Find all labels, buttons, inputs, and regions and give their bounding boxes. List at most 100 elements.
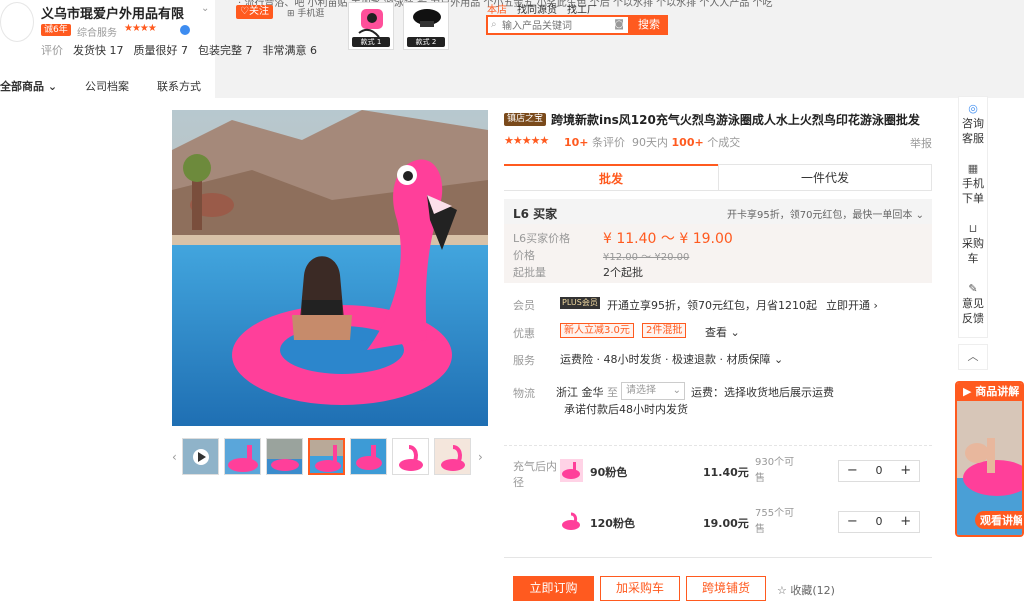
sku-label: 充气后内径 [513, 460, 557, 489]
add-to-cart-button[interactable]: 加采购车 [600, 576, 680, 601]
member-offer-text: 开通立享95折，领70元红包，月省1210起 [607, 299, 817, 312]
thumbnail-image[interactable] [392, 438, 429, 475]
divider [504, 445, 932, 446]
consult-service-button[interactable]: ◎ 咨询客服 [959, 101, 987, 146]
thumbnail-label: 款式 1 [352, 37, 390, 47]
decrement-button[interactable]: − [839, 461, 866, 481]
thumbnail-image[interactable] [224, 438, 261, 475]
moq-value: 2个起批 [603, 266, 643, 279]
follow-button[interactable]: ♡关注 [236, 5, 273, 19]
tab-this-store[interactable]: 本店 [487, 1, 507, 16]
mobile-link[interactable]: ⊞ 手机逛 [287, 6, 324, 19]
thumbnail-image[interactable] [350, 438, 387, 475]
promo-thumbnail[interactable]: 款式 1 [348, 2, 394, 50]
report-link[interactable]: 举报 [910, 135, 932, 151]
thumbnail-image[interactable] [434, 438, 471, 475]
search-icon: ⌕ [491, 19, 497, 30]
promo-thumbnail[interactable]: 款式 2 [403, 2, 449, 50]
review-summary[interactable]: 10+ 条评价 90天内 100+ 个成交 [564, 134, 740, 150]
buy-now-button[interactable]: 立即订购 [513, 576, 594, 601]
service-label: 综合服务 [77, 28, 117, 39]
chat-icon: ◎ [968, 102, 978, 115]
tab-same-source[interactable]: 找同源货 [517, 1, 557, 16]
video-title: ▶ 商品讲解 [957, 383, 1022, 401]
sold-suffix: 个成交 [707, 136, 741, 149]
cart-icon: ⊔ [968, 222, 978, 235]
sku-name: 120粉色 [590, 517, 635, 530]
decrement-button[interactable]: − [839, 512, 866, 532]
tab-factory[interactable]: 找工厂 [567, 1, 597, 16]
chevron-left-icon[interactable]: ‹ [172, 450, 177, 464]
mobile-order-button[interactable]: ▦ 手机下单 [959, 161, 987, 206]
purchase-mode-tabs: 批发 一件代发 [504, 164, 932, 191]
shop-ratings: 评价 发货快 17 质量很好 7 包装完整 7 非常满意 6 [41, 42, 317, 58]
product-video-card[interactable]: ▶ 商品讲解 观看讲解 [955, 381, 1024, 537]
l6-price: ¥ 11.40 ～ ¥ 19.00 [603, 231, 733, 247]
member-label: 会员 [513, 299, 535, 312]
destination-select[interactable]: 请选择 ⌄ [621, 382, 685, 400]
thumbnail-image[interactable] [266, 438, 303, 475]
ratings-label: 评价 [41, 44, 63, 57]
favorite-button[interactable]: ☆ 收藏(12) [777, 582, 835, 598]
sold-count: 100+ [671, 136, 704, 149]
cross-border-list-button[interactable]: 跨境铺货 [686, 576, 766, 601]
verified-icon [180, 25, 190, 35]
nav-contact[interactable]: 联系方式 [143, 78, 215, 94]
purchase-cart-button[interactable]: ⊔ 采购车 [959, 221, 987, 266]
review-count: 10+ [564, 136, 589, 149]
watch-video-button[interactable]: 观看讲解 [975, 511, 1022, 529]
view-promos-link[interactable]: 查看 ⌄ [705, 324, 740, 340]
search-button[interactable]: 搜索 [630, 15, 668, 35]
tab-dropship[interactable]: 一件代发 [718, 164, 932, 191]
thumbnail-strip: ‹ › [172, 437, 488, 477]
sku-thumbnail[interactable] [560, 459, 583, 482]
flamingo-photo [172, 110, 488, 426]
destination-select-value: 请选择 [626, 385, 656, 396]
sold-prefix: 90天内 [632, 136, 669, 149]
nav-company-profile[interactable]: 公司档案 [71, 78, 143, 94]
shop-avatar[interactable] [0, 2, 34, 42]
quantity-value[interactable]: 0 [866, 461, 893, 481]
sku-stock: 930个可售 [755, 457, 795, 484]
search-tabs: 本店 找同源货 找工厂 [487, 1, 597, 16]
back-to-top-button[interactable]: ︿ [958, 344, 988, 370]
thumbnail-video[interactable] [182, 438, 219, 475]
sku-price: 11.40元 [703, 466, 749, 479]
right-toolbar: ◎ 咨询客服 ▦ 手机下单 ⊔ 采购车 ✎ 意见反馈 [958, 96, 988, 338]
price-details: L6买家价格 ¥ 11.40 ～ ¥ 19.00 价格 ¥12.00 ～ ¥20… [504, 224, 932, 283]
search-input[interactable] [502, 19, 608, 33]
sku-name: 90粉色 [590, 466, 628, 479]
to-label: 至 [607, 386, 618, 399]
l6-note[interactable]: 开卡享95折，领70元红包，最快一单回本 ⌄ [727, 206, 924, 221]
product-stars: ★★★★★ [504, 134, 549, 147]
rating-item: 质量很好 7 [133, 44, 189, 57]
quantity-stepper: − 0 + [838, 460, 920, 482]
rating-item: 发货快 17 [73, 44, 124, 57]
sku-thumbnail[interactable] [560, 510, 583, 533]
service-text[interactable]: 运费险 · 48小时发货 · 极速退款 · 材质保障 ⌄ [560, 351, 783, 367]
l6-title: L6 买家 [513, 207, 558, 221]
tab-wholesale[interactable]: 批发 [504, 164, 718, 191]
coupon-new-user[interactable]: 新人立减3.0元 [560, 323, 634, 338]
thumbnail-label: 款式 2 [407, 37, 445, 47]
increment-button[interactable]: + [892, 461, 919, 481]
product-main-image[interactable] [172, 110, 488, 426]
join-plus-link[interactable]: 立即开通 › [826, 297, 878, 313]
search-box: ⌕ ◙ [486, 15, 630, 35]
coupon-mixed[interactable]: 2件混批 [642, 323, 687, 338]
product-title: 跨境新款ins风120充气火烈鸟游泳圈成人水上火烈鸟印花游泳圈批发 [551, 113, 920, 127]
purchase-cart-label: 采购车 [962, 237, 984, 265]
increment-button[interactable]: + [892, 512, 919, 532]
camera-icon[interactable]: ◙ [614, 19, 624, 30]
nav-all-products[interactable]: 全部商品 ⌄ [0, 78, 71, 94]
thumbnail-image[interactable] [308, 438, 345, 475]
shop-name[interactable]: 义乌市琨爱户外用品有限 [41, 3, 184, 22]
chevron-right-icon[interactable]: › [478, 450, 483, 464]
moq-label: 起批量 [513, 266, 546, 279]
feedback-button[interactable]: ✎ 意见反馈 [959, 281, 987, 326]
chevron-down-icon[interactable]: ⌄ [201, 3, 209, 14]
quantity-value[interactable]: 0 [866, 512, 893, 532]
chevron-down-icon: ⌄ [672, 385, 681, 396]
price-label: 价格 [513, 249, 535, 262]
rating-item: 非常满意 6 [262, 44, 318, 57]
